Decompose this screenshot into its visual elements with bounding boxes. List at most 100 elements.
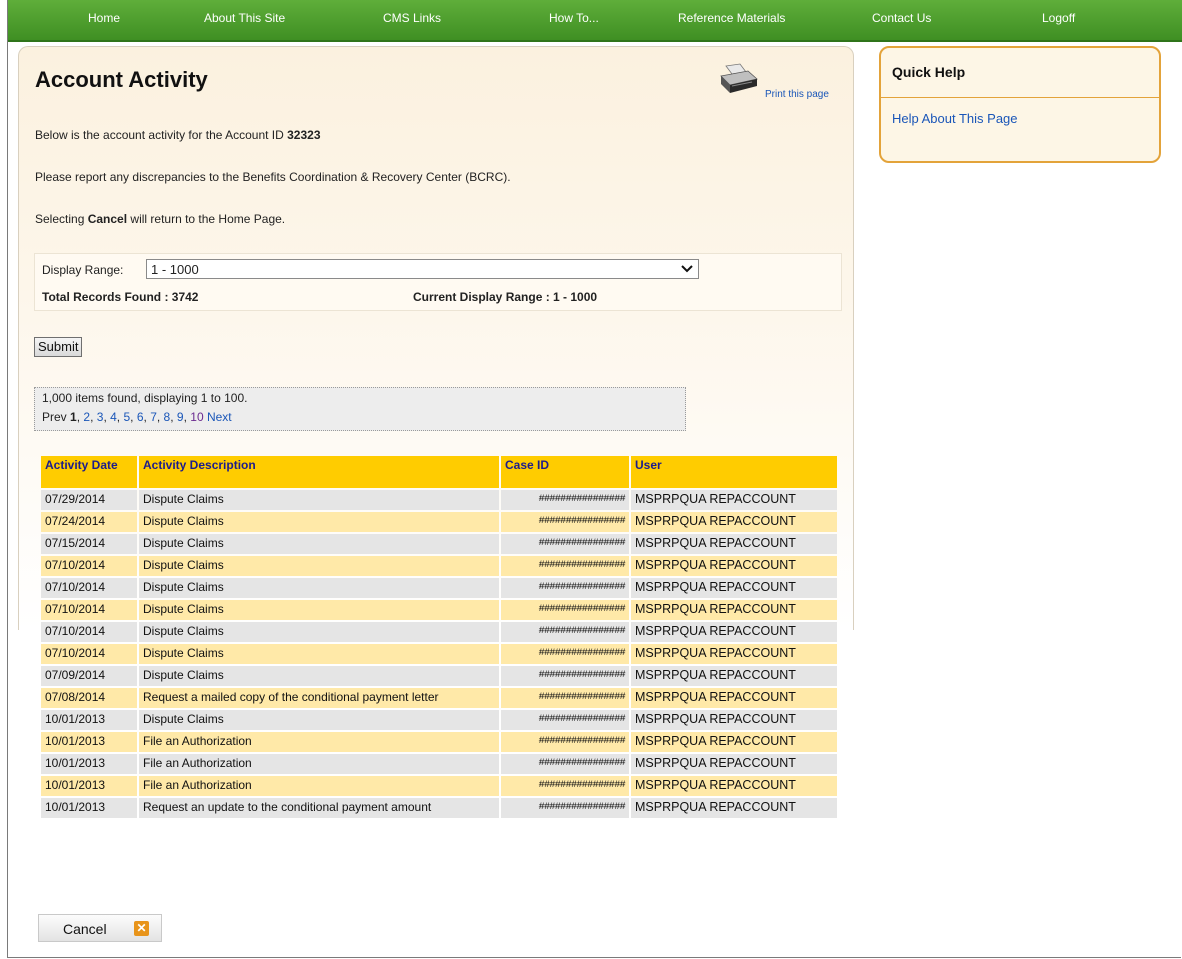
cell-case-id: ################ (501, 688, 629, 708)
intro-text: Below is the account activity for the Ac… (35, 128, 321, 142)
cell-activity-description: File an Authorization (139, 776, 499, 796)
nav-cms-links[interactable]: CMS Links (383, 11, 441, 25)
table-header-row: Activity Date Activity Description Case … (41, 456, 837, 488)
header-activity-date[interactable]: Activity Date (41, 456, 137, 488)
current-display-range: Current Display Range : 1 - 1000 (413, 290, 598, 304)
print-page-link[interactable]: Print this page (765, 89, 829, 100)
cell-activity-date: 10/01/2013 (41, 754, 137, 774)
cancel-button-label: Cancel (63, 921, 107, 937)
cell-activity-date: 07/15/2014 (41, 534, 137, 554)
nav-how-to[interactable]: How To... (549, 11, 599, 25)
cell-activity-date: 10/01/2013 (41, 710, 137, 730)
cell-activity-description: Dispute Claims (139, 556, 499, 576)
quick-help-divider (881, 97, 1159, 98)
nav-reference-materials[interactable]: Reference Materials (678, 11, 785, 25)
cell-case-id: ################ (501, 798, 629, 818)
cell-user: MSPRPQUA REPACCOUNT (631, 798, 837, 818)
cell-case-id: ################ (501, 512, 629, 532)
items-found-text: 1,000 items found, displaying 1 to 100. (42, 391, 248, 405)
pagination-box: 1,000 items found, displaying 1 to 100. … (34, 387, 686, 431)
cancel-instruction-suffix: will return to the Home Page. (127, 212, 286, 226)
table-row: 07/10/2014 Dispute Claims ################… (41, 644, 837, 664)
pagination-links: Prev 1, 2, 3, 4, 5, 6, 7, 8, 9, 10 Next (42, 410, 232, 424)
cell-user: MSPRPQUA REPACCOUNT (631, 732, 837, 752)
cell-activity-date: 07/10/2014 (41, 578, 137, 598)
cell-activity-description: Dispute Claims (139, 534, 499, 554)
cell-activity-date: 07/29/2014 (41, 490, 137, 510)
table-row: 07/09/2014 Dispute Claims ################… (41, 666, 837, 686)
cell-activity-description: Request a mailed copy of the conditional… (139, 688, 499, 708)
table-row: 07/10/2014 Dispute Claims ################… (41, 556, 837, 576)
page-link-2[interactable]: 2 (83, 410, 90, 424)
total-records: Total Records Found : 3742 (42, 290, 199, 304)
cell-user: MSPRPQUA REPACCOUNT (631, 622, 837, 642)
page-link-7[interactable]: 7 (150, 410, 157, 424)
next-link[interactable]: Next (207, 410, 232, 424)
table-row: 07/10/2014 Dispute Claims ################… (41, 622, 837, 642)
page-link-4[interactable]: 4 (110, 410, 117, 424)
display-range-value: 1 - 1000 (151, 262, 199, 277)
cell-activity-description: Dispute Claims (139, 600, 499, 620)
cell-case-id: ################ (501, 666, 629, 686)
page-link-8[interactable]: 8 (164, 410, 171, 424)
cell-case-id: ################ (501, 732, 629, 752)
cell-activity-date: 10/01/2013 (41, 798, 137, 818)
cell-user: MSPRPQUA REPACCOUNT (631, 534, 837, 554)
cell-case-id: ################ (501, 622, 629, 642)
cell-user: MSPRPQUA REPACCOUNT (631, 776, 837, 796)
prev-label: Prev (42, 410, 67, 424)
table-row: 10/01/2013 File an Authorization #########… (41, 732, 837, 752)
intro-prefix: Below is the account activity for the Ac… (35, 128, 288, 142)
table-row: 07/29/2014 Dispute Claims ################… (41, 490, 837, 510)
cell-case-id: ################ (501, 556, 629, 576)
page-link-10[interactable]: 10 (190, 410, 203, 424)
display-range-select[interactable]: 1 - 1000 (146, 259, 699, 279)
cell-activity-date: 07/08/2014 (41, 688, 137, 708)
table-row: 10/01/2013 Dispute Claims ################… (41, 710, 837, 730)
cell-activity-date: 07/09/2014 (41, 666, 137, 686)
cell-activity-date: 07/24/2014 (41, 512, 137, 532)
cell-case-id: ################ (501, 534, 629, 554)
nav-about[interactable]: About This Site (204, 11, 285, 25)
header-case-id[interactable]: Case ID (501, 456, 629, 488)
cancel-instruction-bold: Cancel (87, 212, 128, 226)
cell-case-id: ################ (501, 578, 629, 598)
header-activity-description[interactable]: Activity Description (139, 456, 499, 488)
cell-activity-description: Dispute Claims (139, 490, 499, 510)
page-link-5[interactable]: 5 (123, 410, 130, 424)
table-row: 07/10/2014 Dispute Claims ################… (41, 578, 837, 598)
page-link-9[interactable]: 9 (177, 410, 184, 424)
page-link-6[interactable]: 6 (137, 410, 144, 424)
cell-user: MSPRPQUA REPACCOUNT (631, 644, 837, 664)
cancel-button[interactable]: Cancel ✕ (38, 914, 162, 942)
cell-activity-date: 10/01/2013 (41, 732, 137, 752)
table-row: 10/01/2013 Request an update to the condi… (41, 798, 837, 818)
cell-case-id: ################ (501, 754, 629, 774)
cell-activity-date: 10/01/2013 (41, 776, 137, 796)
table-row: 10/01/2013 File an Authorization #########… (41, 754, 837, 774)
table-row: 07/08/2014 Request a mailed copy of the c… (41, 688, 837, 708)
cell-activity-description: Dispute Claims (139, 666, 499, 686)
header-user[interactable]: User (631, 456, 837, 488)
nav-contact-us[interactable]: Contact Us (872, 11, 931, 25)
cell-user: MSPRPQUA REPACCOUNT (631, 710, 837, 730)
top-nav: Home About This Site CMS Links How To...… (8, 0, 1182, 42)
activity-table-body: 07/29/2014 Dispute Claims ################… (41, 490, 837, 818)
account-id: 32323 (287, 128, 321, 142)
cell-activity-date: 07/10/2014 (41, 556, 137, 576)
cell-user: MSPRPQUA REPACCOUNT (631, 578, 837, 598)
cell-case-id: ################ (501, 600, 629, 620)
printer-icon[interactable] (718, 62, 760, 96)
nav-logoff[interactable]: Logoff (1042, 11, 1075, 25)
page-link-3[interactable]: 3 (97, 410, 104, 424)
cell-activity-description: Request an update to the conditional pay… (139, 798, 499, 818)
close-icon: ✕ (134, 921, 149, 936)
submit-button[interactable]: Submit (34, 337, 83, 357)
table-row: 07/10/2014 Dispute Claims ################… (41, 600, 837, 620)
display-range-label: Display Range: (42, 263, 124, 277)
cell-activity-date: 07/10/2014 (41, 644, 137, 664)
activity-table: Activity Date Activity Description Case … (39, 454, 839, 820)
cell-activity-date: 07/10/2014 (41, 622, 137, 642)
help-about-page-link[interactable]: Help About This Page (892, 111, 1018, 126)
nav-home[interactable]: Home (88, 11, 120, 25)
